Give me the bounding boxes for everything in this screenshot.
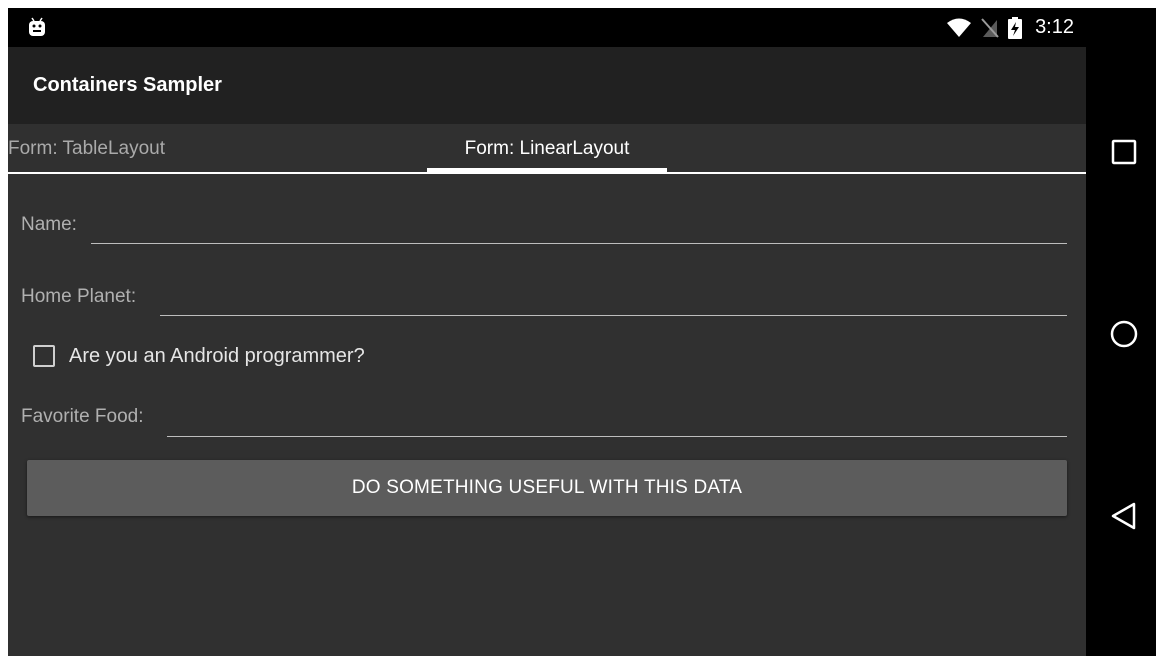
battery-charging-icon: [1008, 16, 1023, 39]
tab-table-layout[interactable]: Form: TableLayout: [8, 138, 165, 160]
home-planet-input[interactable]: [160, 290, 1067, 316]
device-screen: 3:12 Containers Sampler Form: TableLayou…: [8, 8, 1156, 656]
back-triangle-icon[interactable]: [1107, 499, 1141, 533]
name-label: Name:: [21, 214, 77, 235]
android-programmer-label[interactable]: Are you an Android programmer?: [69, 345, 365, 368]
no-sim-icon: [981, 17, 999, 38]
selected-tab-indicator: [427, 168, 667, 172]
android-icon: [29, 17, 45, 36]
recents-square-icon[interactable]: [1107, 135, 1141, 169]
android-programmer-checkbox-row[interactable]: Are you an Android programmer?: [33, 342, 365, 370]
tab-linear-layout[interactable]: Form: LinearLayout: [427, 138, 667, 160]
name-input[interactable]: [91, 218, 1067, 244]
status-bar: 3:12: [8, 8, 1086, 47]
status-icons: 3:12: [946, 8, 1074, 47]
favorite-food-input[interactable]: [167, 411, 1067, 437]
favorite-food-label: Favorite Food:: [21, 406, 144, 427]
home-planet-label: Home Planet:: [21, 286, 137, 307]
tab-bar: Form: TableLayout Form: LinearLayout: [8, 124, 1086, 174]
navigation-bar: [1086, 8, 1156, 656]
form-content: Name: Home Planet: Are you an Android pr…: [8, 174, 1086, 656]
android-programmer-checkbox[interactable]: [33, 345, 55, 367]
do-something-button[interactable]: DO SOMETHING USEFUL WITH THIS DATA: [27, 460, 1067, 516]
wifi-icon: [947, 18, 972, 37]
app-title: Containers Sampler: [33, 74, 222, 96]
action-bar: Containers Sampler: [8, 47, 1086, 124]
status-clock: 3:12: [1035, 16, 1074, 38]
home-circle-icon[interactable]: [1107, 317, 1141, 351]
